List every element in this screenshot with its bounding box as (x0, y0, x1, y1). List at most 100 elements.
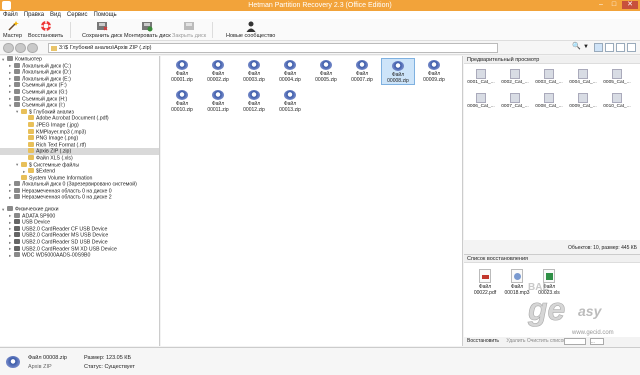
recovery-item[interactable]: Файл 00018.mp3 (502, 269, 532, 296)
person-icon (246, 21, 256, 32)
menu-view[interactable]: Вид (50, 11, 61, 19)
file-item[interactable]: Файл 00008.zip (381, 58, 415, 85)
preview-item[interactable]: 0009_Cat_... (569, 93, 597, 109)
menu-service[interactable]: Сервис (67, 11, 88, 19)
view-details-icon[interactable] (616, 43, 625, 52)
community-button[interactable]: Новые сообщество (226, 20, 275, 39)
preview-item[interactable]: 0008_Cat_... (535, 93, 563, 109)
tree-item[interactable]: ▾ Физические диски (0, 206, 159, 213)
file-item[interactable]: Файл 00001.zip (165, 58, 199, 83)
tree-item-label: Съемный диск (H:) (22, 96, 68, 103)
preview-item[interactable]: 0004_Cat_... (569, 69, 597, 85)
toolbar-separator (70, 22, 71, 38)
tree-item[interactable]: KMPlayer.mp3 (.mp3) (0, 128, 159, 136)
tree-item[interactable]: System Volume Information (0, 174, 159, 182)
forward-button[interactable] (15, 43, 26, 53)
tree-item[interactable]: ▸ Неразмеченная область 0 на диске 2 (0, 194, 159, 201)
tree-item[interactable]: ▸ USB2.0 CardReader SM XD USB Device (0, 245, 159, 253)
preview-item[interactable]: 0007_Cat_... (501, 93, 529, 109)
maximize-button[interactable]: □ (609, 1, 619, 9)
restore-button[interactable]: Восстановить (28, 20, 63, 39)
filter-icon[interactable]: ▼ (583, 43, 592, 52)
wizard-button[interactable]: Мастер (3, 20, 22, 39)
file-name: 00008.zip (387, 78, 409, 84)
tree-item[interactable]: ▾ Компьютер (0, 56, 159, 63)
status-file-state: Статус: Существует (84, 364, 135, 370)
drive-icon (14, 245, 20, 251)
recovery-item[interactable]: Файл 00023.xls (534, 269, 564, 296)
tree-item[interactable]: ▸ Локальный диск (E:) (0, 75, 159, 83)
file-item[interactable]: Файл 00010.zip (165, 88, 199, 113)
close-button[interactable]: ✕ (622, 1, 638, 9)
tree-item-label: Файл XLS (.xls) (36, 155, 73, 162)
address-input[interactable]: 3:\$ Глубокий анализ\Архів ZIP (.zip) (48, 43, 498, 53)
minimize-button[interactable]: – (596, 1, 606, 9)
menu-file[interactable]: Файл (3, 11, 18, 19)
back-button[interactable] (3, 43, 14, 53)
tree-item[interactable]: ▾ $ Системные файлы (0, 161, 159, 169)
view-list-icon[interactable] (605, 43, 614, 52)
preview-item[interactable]: 0005_Cat_... (603, 69, 631, 85)
drive-icon (14, 212, 20, 218)
tree-item[interactable]: ▾ Съемный диск (I:) (0, 102, 159, 109)
tree-item[interactable]: ▸ Съемный диск (G:) (0, 88, 159, 96)
tree-item[interactable]: ▸ USB2.0 CardReader MS USB Device (0, 232, 159, 239)
tree-item-label: USB2.0 CardReader SD USB Device (22, 239, 108, 246)
file-item[interactable]: Файл 00002.zip (201, 58, 235, 83)
tree-item[interactable]: ▸ USB2.0 CardReader SD USB Device (0, 239, 159, 246)
file-item[interactable]: Файл 00011.zip (201, 88, 235, 113)
tree-item[interactable]: Файл XLS (.xls) (0, 154, 159, 162)
file-item[interactable]: Файл 00012.zip (237, 88, 271, 113)
sort-order-select[interactable]: ... (590, 338, 604, 345)
tree-item[interactable]: Архів ZIP (.zip) (0, 148, 159, 155)
up-button[interactable] (27, 43, 38, 53)
tree-item[interactable]: ▸ Съемный диск (F:) (0, 82, 159, 89)
tree-item[interactable]: ▾ $ Глубокий анализ (0, 108, 159, 116)
tree-item[interactable]: JPEG Image (.jpg) (0, 121, 159, 129)
view-large-icons[interactable] (594, 43, 603, 52)
app-icon[interactable] (2, 1, 11, 10)
search-icon[interactable]: 🔍 (572, 43, 581, 52)
menu-edit[interactable]: Правка (24, 11, 44, 19)
tree-item[interactable]: ▸ Локальный диск (D:) (0, 69, 159, 76)
preview-item[interactable]: 0006_Cat_... (467, 93, 495, 109)
tree-item[interactable]: ▸ USB Device (0, 219, 159, 226)
file-item[interactable]: Файл 00004.zip (273, 58, 307, 83)
tree-item-label: Локальный диск (D:) (22, 69, 72, 76)
file-item[interactable]: Файл 00007.zip (345, 58, 379, 83)
file-item[interactable]: Файл 00005.zip (309, 58, 343, 83)
tree-item[interactable]: ▸ Неразмеченная область 0 на диске 0 (0, 187, 159, 195)
file-item[interactable]: Файл 00009.zip (417, 58, 451, 83)
preview-item[interactable]: 0001_Cat_... (467, 69, 495, 85)
objects-info: Объектов: 10, размер: 445 КБ (464, 244, 640, 252)
tree-item[interactable]: ▸ USB2.0 CardReader CF USB Device (0, 225, 159, 233)
preview-item[interactable]: 0003_Cat_... (535, 69, 563, 85)
tree-item[interactable]: ▸ Локальный диск (C:) (0, 62, 159, 70)
menu-help[interactable]: Помощь (93, 11, 116, 19)
view-preview-icon[interactable] (627, 43, 636, 52)
drive-icon (14, 252, 20, 258)
tree-item[interactable]: Adobe Acrobat Document (.pdf) (0, 115, 159, 122)
save-disk-button[interactable]: Сохранить диск (82, 20, 122, 39)
close-disk-button[interactable]: Закрыть диск (172, 20, 206, 39)
clear-list-button[interactable]: Удалить Очистить список (506, 338, 565, 344)
tree-item[interactable]: ▸ Съемный диск (H:) (0, 95, 159, 103)
tree-item[interactable]: ▸ ADATA SP900 (0, 212, 159, 220)
tree-item[interactable]: ▸ $Extend (0, 168, 159, 175)
preview-item[interactable]: 0002_Cat_... (501, 69, 529, 85)
tree-item[interactable]: ▸ Локальный диск 0 (Зарезервировано систе… (0, 181, 159, 188)
recovery-item[interactable]: Файл 00022.pdf (470, 269, 500, 296)
tree-item-label: Локальный диск (E:) (22, 76, 71, 83)
sort-select[interactable] (564, 338, 586, 345)
tree-item[interactable]: Rich Text Format (.rtf) (0, 141, 159, 149)
recover-list-button[interactable]: Восстановить (467, 338, 499, 344)
file-item[interactable]: Файл 00013.zip (273, 88, 307, 113)
mount-disk-button[interactable]: Монтировать диск (124, 20, 171, 39)
preview-item-name: 0002_Cat_... (501, 80, 529, 85)
view-controls: 🔍 ▼ (572, 43, 636, 52)
preview-item-name: 0006_Cat_... (467, 104, 495, 109)
tree-item[interactable]: PNG Image (.png) (0, 135, 159, 142)
file-item[interactable]: Файл 00003.zip (237, 58, 271, 83)
tree-item[interactable]: ▸ WDC WD5000AADS-00S9B0 (0, 252, 159, 259)
preview-item[interactable]: 0010_Cat_... (603, 93, 631, 109)
